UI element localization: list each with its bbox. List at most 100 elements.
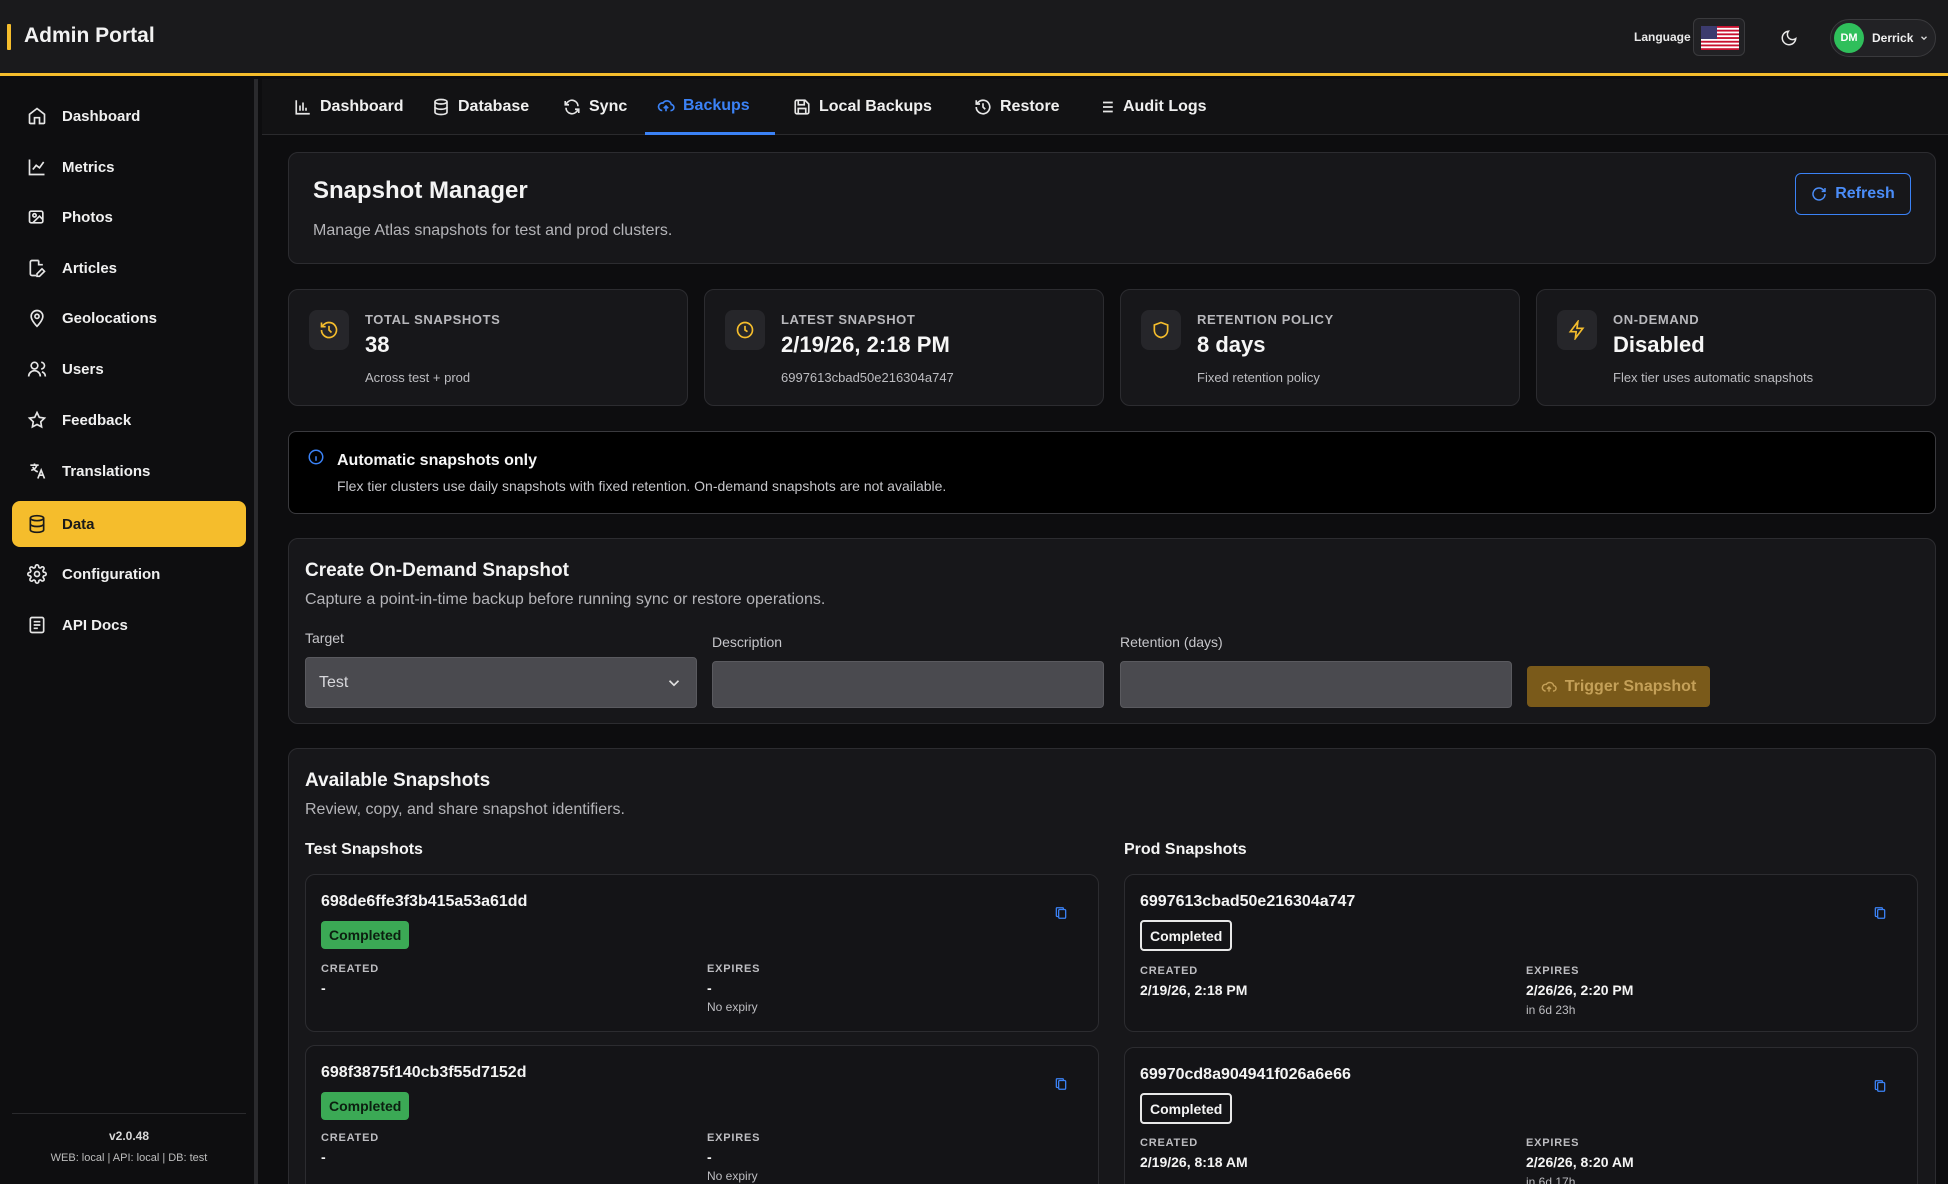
tab-local-backups[interactable]: Local Backups [781, 79, 944, 135]
document-icon [26, 614, 48, 636]
list-icon [1097, 98, 1115, 116]
tab-label: Backups [683, 96, 750, 114]
target-select-value: Test [319, 673, 349, 691]
tab-dashboard[interactable]: Dashboard [282, 79, 416, 135]
bar-chart-icon [294, 98, 312, 116]
chevron-down-icon [668, 680, 680, 687]
stat-note: Fixed retention policy [1197, 370, 1320, 385]
sidebar-item-label: API Docs [62, 616, 128, 634]
trigger-snapshot-button[interactable]: Trigger Snapshot [1527, 666, 1710, 707]
status-badge: Completed [1140, 1093, 1233, 1124]
test-snapshots-heading: Test Snapshots [305, 841, 423, 858]
created-value: 2/19/26, 8:18 AM [1140, 1154, 1248, 1170]
tab-audit-logs[interactable]: Audit Logs [1085, 79, 1219, 135]
sidebar-item-dashboard[interactable]: Dashboard [12, 93, 246, 139]
save-icon [793, 98, 811, 116]
home-icon [26, 105, 48, 127]
expires-key: EXPIRES [1526, 965, 1580, 977]
copy-icon[interactable] [1054, 905, 1068, 926]
created-value: - [321, 980, 326, 996]
map-pin-icon [26, 307, 48, 329]
created-key: CREATED [1140, 965, 1198, 977]
theme-toggle-button[interactable] [1771, 20, 1807, 56]
stat-label: ON-DEMAND [1613, 312, 1700, 327]
retention-label: Retention (days) [1120, 634, 1223, 650]
tab-sync[interactable]: Sync [551, 79, 639, 135]
sidebar-item-geolocations[interactable]: Geolocations [12, 295, 246, 341]
retention-input[interactable] [1120, 661, 1512, 708]
snapshot-id: 698f3875f140cb3f55d7152d [321, 1064, 527, 1081]
bolt-icon [1557, 310, 1597, 350]
copy-icon[interactable] [1054, 1076, 1068, 1097]
sidebar-item-photos[interactable]: Photos [12, 194, 246, 240]
stat-note: 6997613cbad50e216304a747 [781, 370, 954, 385]
expires-value: - [707, 1149, 712, 1165]
chart-line-icon [26, 156, 48, 178]
sidebar-item-users[interactable]: Users [12, 346, 246, 392]
moon-icon [1781, 30, 1797, 46]
target-select[interactable]: Test [305, 657, 697, 708]
stat-label: LATEST SNAPSHOT [781, 312, 916, 327]
edit-file-icon [26, 257, 48, 279]
stat-value: 2/19/26, 2:18 PM [781, 332, 950, 357]
cloud-icon [657, 97, 675, 115]
sidebar-item-api-docs[interactable]: API Docs [12, 602, 246, 648]
sidebar-item-articles[interactable]: Articles [12, 245, 246, 291]
prod-snapshot-card: 69970cd8a904941f026a6e66 Completed CREAT… [1124, 1047, 1918, 1184]
sidebar-item-label: Data [62, 515, 95, 533]
expires-value: 2/26/26, 2:20 PM [1526, 982, 1634, 998]
shield-icon [1141, 310, 1181, 350]
environment-info: WEB: local | API: local | DB: test [50, 1152, 208, 1164]
snapshot-id: 6997613cbad50e216304a747 [1140, 893, 1356, 910]
translate-icon [26, 460, 48, 482]
prod-snapshots-heading: Prod Snapshots [1124, 841, 1247, 858]
refresh-button[interactable]: Refresh [1795, 173, 1911, 215]
tab-backups[interactable]: Backups [645, 79, 775, 135]
sidebar-item-label: Dashboard [62, 107, 141, 125]
create-snapshot-title: Create On-Demand Snapshot [305, 560, 569, 581]
tab-label: Audit Logs [1123, 98, 1207, 115]
tab-database[interactable]: Database [420, 79, 541, 135]
copy-icon[interactable] [1873, 905, 1887, 926]
created-value: - [321, 1149, 326, 1165]
language-selector[interactable] [1693, 18, 1745, 56]
refresh-icon [1812, 187, 1826, 201]
description-input[interactable] [712, 661, 1104, 708]
available-snapshots-subtitle: Review, copy, and share snapshot identif… [305, 801, 625, 818]
user-menu-button[interactable]: DM Derrick [1830, 19, 1936, 57]
stat-label: TOTAL SNAPSHOTS [365, 312, 501, 327]
refresh-label: Refresh [1835, 185, 1895, 202]
sidebar-item-feedback[interactable]: Feedback [12, 397, 246, 443]
stat-value: 38 [365, 332, 390, 357]
stat-note: Flex tier uses automatic snapshots [1613, 370, 1814, 385]
top-bar: Admin Portal Language DM Derrick [0, 0, 1948, 76]
sidebar-item-configuration[interactable]: Configuration [12, 551, 246, 597]
copy-icon[interactable] [1873, 1078, 1887, 1099]
tab-bar: Dashboard Database Sync Backups Local Ba… [262, 79, 1948, 135]
sidebar-item-metrics[interactable]: Metrics [12, 144, 246, 190]
chevron-down-icon [1921, 36, 1928, 41]
info-notice: Automatic snapshots only Flex tier clust… [288, 431, 1936, 514]
tab-label: Dashboard [320, 98, 404, 115]
database-icon [26, 513, 48, 535]
expires-value: - [707, 980, 712, 996]
users-icon [26, 358, 48, 380]
snapshot-manager-card [288, 152, 1936, 264]
language-label: Language [1634, 30, 1691, 44]
star-icon [26, 409, 48, 431]
sidebar: Dashboard Metrics Photos Articles Geoloc… [0, 79, 258, 1184]
stat-value: Disabled [1613, 332, 1705, 357]
page-subtitle: Manage Atlas snapshots for test and prod… [313, 222, 673, 239]
sidebar-item-translations[interactable]: Translations [12, 448, 246, 494]
created-key: CREATED [1140, 1137, 1198, 1149]
app-version: v2.0.48 [108, 1129, 150, 1143]
stat-card-latest-snapshot: LATEST SNAPSHOT 2/19/26, 2:18 PM 6997613… [704, 289, 1104, 406]
status-badge: Completed [321, 1092, 410, 1120]
expires-key: EXPIRES [1526, 1137, 1580, 1149]
sidebar-item-data[interactable]: Data [12, 501, 246, 547]
clock-icon [725, 310, 765, 350]
expires-note: in 6d 17h [1526, 1175, 1576, 1184]
sidebar-item-label: Metrics [62, 158, 115, 176]
stat-value: 8 days [1197, 332, 1266, 357]
tab-restore[interactable]: Restore [962, 79, 1072, 135]
